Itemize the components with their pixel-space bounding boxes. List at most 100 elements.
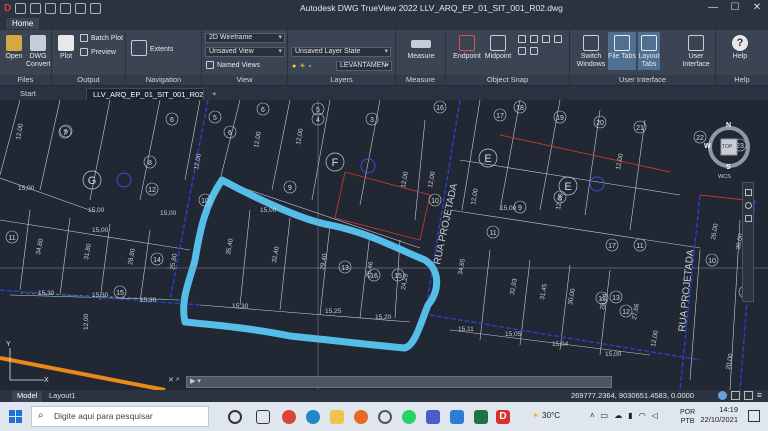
undo-icon[interactable] bbox=[75, 3, 87, 14]
drawing-svg: Y X 76 4 399812101113141516 151617181920212… bbox=[0, 100, 768, 390]
lot-number: 16 bbox=[436, 105, 444, 112]
tab-home[interactable]: Home bbox=[6, 18, 40, 29]
wcs-menu[interactable]: WCS bbox=[718, 174, 731, 180]
viewcube-north[interactable]: N bbox=[726, 122, 731, 129]
tab-layout1[interactable]: Layout1 bbox=[44, 391, 81, 402]
volume-icon[interactable]: ◁ bbox=[652, 411, 658, 420]
notification-icon[interactable] bbox=[748, 410, 760, 422]
dimension-text: 12,00 bbox=[193, 153, 203, 171]
teams-icon[interactable] bbox=[426, 410, 440, 424]
help-button[interactable]: ? Help bbox=[728, 35, 752, 61]
visual-style-dropdown[interactable]: 2D Wireframe bbox=[205, 33, 285, 43]
user-interface-button[interactable]: User Interface bbox=[680, 35, 712, 69]
lightbulb-icon: ● bbox=[292, 62, 297, 70]
open-button[interactable]: Open bbox=[4, 35, 24, 61]
viewcube[interactable]: N S W TOP WCS bbox=[704, 122, 752, 180]
search-icon: ⌕ bbox=[38, 410, 44, 421]
save-icon[interactable] bbox=[30, 3, 42, 14]
minimize-button[interactable]: — bbox=[702, 0, 724, 17]
cortana-icon[interactable] bbox=[228, 410, 242, 424]
navigation-bar bbox=[742, 182, 754, 302]
measure-button[interactable]: Measure bbox=[400, 35, 442, 61]
plot-icon[interactable] bbox=[60, 3, 72, 14]
print-icon[interactable] bbox=[45, 3, 57, 14]
zoom-tool-icon[interactable] bbox=[745, 202, 752, 209]
lot-number: 13 bbox=[341, 265, 349, 272]
file-tabs-button[interactable]: File Tabs bbox=[608, 32, 636, 70]
snap-extra-tools[interactable] bbox=[518, 35, 566, 55]
tab-start[interactable]: Start bbox=[14, 88, 42, 100]
fullscreen-icon[interactable] bbox=[743, 391, 753, 400]
dimension-text: 32,40 bbox=[271, 246, 281, 264]
close-button[interactable]: ✕ bbox=[746, 0, 768, 17]
dimension-text: 28,74 bbox=[599, 293, 609, 311]
layer-toggles[interactable]: ● ☀ ▫ bbox=[292, 62, 311, 71]
orbit-tool-icon[interactable] bbox=[745, 215, 752, 222]
tab-model[interactable]: Model bbox=[12, 391, 43, 402]
layout-tabs-button[interactable]: Layout Tabs bbox=[638, 32, 660, 70]
whatsapp-icon[interactable] bbox=[402, 410, 416, 424]
network-icon[interactable]: ▭ bbox=[601, 411, 609, 420]
photos-icon[interactable] bbox=[450, 410, 464, 424]
named-views-icon bbox=[206, 61, 214, 69]
midpoint-button[interactable]: Midpoint bbox=[482, 35, 514, 61]
maximize-button[interactable]: ☐ bbox=[724, 0, 746, 17]
lot-number: 12 bbox=[622, 309, 630, 316]
lot-number: 17 bbox=[608, 243, 616, 250]
lot-number: 6 bbox=[170, 117, 174, 124]
viewcube-south[interactable]: S bbox=[726, 164, 731, 171]
redo-icon[interactable] bbox=[90, 3, 102, 14]
taskbar-search-input[interactable]: Digite aqui para pesquisar bbox=[31, 406, 209, 427]
dimension-text: 27,66 bbox=[631, 303, 641, 321]
chevron-up-icon[interactable]: ˄ bbox=[590, 411, 595, 420]
customize-icon[interactable]: ≡ bbox=[757, 391, 762, 400]
viewcube-west[interactable]: W bbox=[704, 143, 711, 150]
dimension-text: 35,40 bbox=[225, 238, 235, 256]
annotation-scale-icon[interactable] bbox=[717, 391, 727, 400]
command-line-input[interactable]: ▶ ▾ bbox=[186, 376, 612, 388]
onedrive-icon[interactable]: ☁ bbox=[614, 411, 622, 420]
edge-icon[interactable] bbox=[306, 410, 320, 424]
dimension-text: 15,11 bbox=[458, 326, 474, 333]
dwg-trueview-icon[interactable]: D bbox=[496, 410, 510, 424]
workspace-icon[interactable] bbox=[730, 391, 740, 400]
named-views-button[interactable]: Named Views bbox=[206, 61, 260, 69]
pan-tool-icon[interactable] bbox=[745, 189, 752, 196]
wifi-icon[interactable]: ◠ bbox=[639, 411, 646, 420]
viewcube-top-face[interactable]: TOP bbox=[722, 144, 732, 150]
endpoint-button[interactable]: Endpoint bbox=[450, 35, 484, 61]
view-dropdown[interactable]: Unsaved View bbox=[205, 47, 285, 57]
open-icon[interactable] bbox=[15, 3, 27, 14]
clock[interactable]: 14:19 22/10/2021 bbox=[700, 405, 738, 425]
current-layer-dropdown[interactable]: LEVANTAMEN bbox=[336, 61, 392, 71]
switch-windows-button[interactable]: Switch Windows bbox=[573, 35, 609, 69]
firefox-icon[interactable] bbox=[354, 410, 368, 424]
batch-plot-button[interactable]: Batch Plot bbox=[80, 34, 123, 42]
pan-button[interactable] bbox=[130, 40, 148, 58]
perpendicular-snap-icon bbox=[530, 47, 538, 55]
dwg-convert-button[interactable]: DWG Convert bbox=[26, 35, 51, 69]
drawing-canvas[interactable]: Y X 7 6 4 3 9 9 8 12 10 11 13 14 15 16 15 16 17 18 19 20 21 2… bbox=[0, 100, 768, 390]
chrome-icon[interactable] bbox=[282, 410, 296, 424]
excel-icon[interactable] bbox=[474, 410, 488, 424]
layer-state-dropdown[interactable]: Unsaved Layer State bbox=[291, 47, 391, 57]
close-command-icon[interactable]: ✕ bbox=[168, 376, 174, 384]
weather-widget[interactable]: ☀ 30°C bbox=[532, 411, 560, 420]
search-command-icon[interactable]: ⌕ bbox=[176, 376, 180, 384]
new-tab-button[interactable]: + bbox=[206, 88, 222, 100]
file-explorer-icon[interactable] bbox=[330, 410, 344, 424]
tab-active-drawing[interactable]: LLV_ARQ_EP_01_SIT_001_R02 ✕ bbox=[86, 88, 204, 110]
language-indicator[interactable]: POR PTB bbox=[680, 408, 695, 426]
app-menu-icon[interactable]: D bbox=[4, 3, 11, 14]
extents-button[interactable]: Extents bbox=[150, 46, 173, 53]
preview-button[interactable]: Preview bbox=[80, 48, 116, 56]
settings-icon[interactable] bbox=[378, 410, 392, 424]
task-view-icon[interactable] bbox=[256, 410, 270, 424]
layout-tabs-bar: Model Layout1 269777.2364, 9030651.4583,… bbox=[0, 390, 768, 402]
red-property-lines bbox=[334, 134, 746, 241]
battery-icon[interactable]: ▮ bbox=[628, 411, 632, 420]
start-button[interactable] bbox=[9, 410, 22, 423]
plot-button[interactable]: Plot bbox=[56, 35, 76, 61]
dimension-text: 15,30 bbox=[38, 290, 55, 297]
dimension-text: 31,80 bbox=[83, 243, 93, 261]
